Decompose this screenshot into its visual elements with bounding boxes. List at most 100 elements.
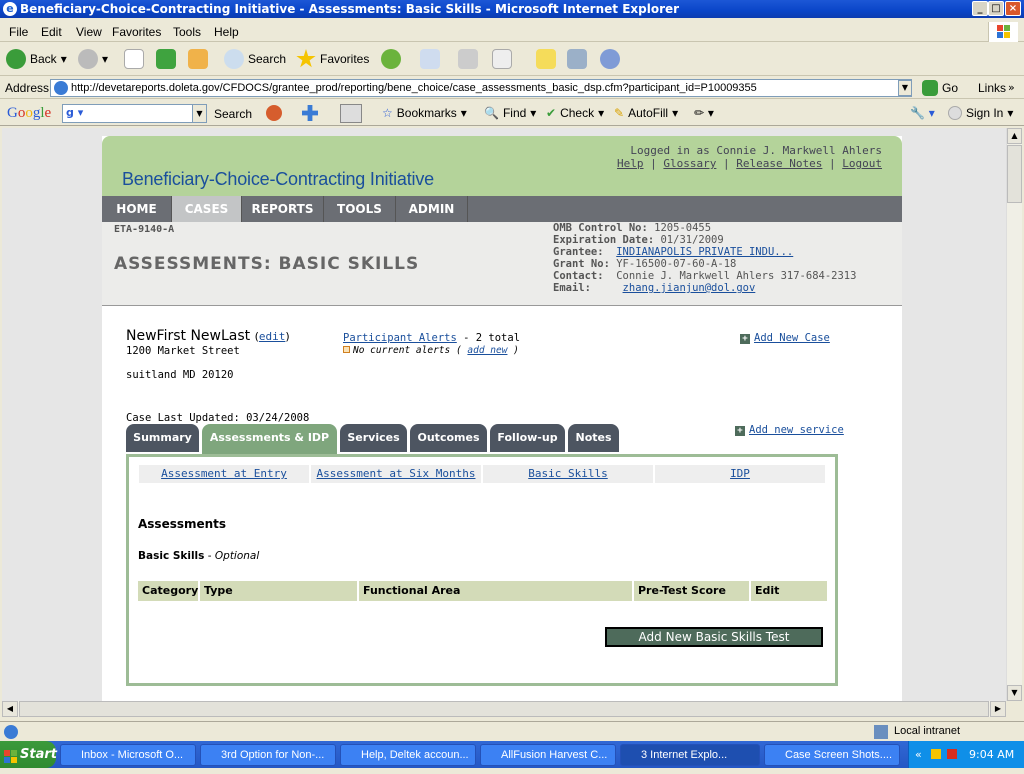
hscroll-thumb[interactable] [19,701,989,717]
add-new-service[interactable]: + Add new service [735,424,844,436]
tray-expand-icon[interactable]: « [915,741,922,768]
nav-reports[interactable]: REPORTS [242,196,324,222]
signin-icon [948,106,962,120]
status-bar: Local intranet [0,721,1024,741]
go-button[interactable]: Go [922,80,958,96]
menu-bar: File Edit View Favorites Tools Help [0,22,1024,42]
menu-tools[interactable]: Tools [173,25,201,39]
subtab-six-months[interactable]: Assessment at Six Months [311,465,481,483]
add-new-basic-skills-test-button[interactable]: Add New Basic Skills Test [605,627,823,647]
task-allfusion[interactable]: AllFusion Harvest C... [480,744,616,766]
form-code: ETA-9140-A [114,224,175,235]
nav-cases[interactable]: CASES [172,196,242,222]
subtab-basic-skills[interactable]: Basic Skills [483,465,653,483]
alerts-row: Participant Alerts - 2 total [343,332,521,344]
menu-file[interactable]: File [9,25,28,39]
participant-alerts-link[interactable]: Participant Alerts [343,332,457,344]
app-header: Logged in as Connie J. Markwell Ahlers H… [102,136,902,196]
scroll-right-arrow[interactable]: ▶ [990,701,1006,717]
minimize-button[interactable]: _ [972,1,988,16]
tab-notes[interactable]: Notes [568,424,619,452]
refresh-icon[interactable] [156,49,176,69]
menu-help[interactable]: Help [214,25,239,39]
add-new-alert-link[interactable]: add new [467,345,507,356]
task-3rd-option[interactable]: 3rd Option for Non-... [200,744,336,766]
plus-icon[interactable] [302,105,318,121]
google-search-input[interactable]: g ▾ ▼ [62,104,207,123]
window-titlebar: e Beneficiary-Choice-Contracting Initiat… [0,0,1024,18]
task-case-screen-shots[interactable]: Case Screen Shots.... [764,744,900,766]
task-deltek[interactable]: Help, Deltek accoun... [340,744,476,766]
scroll-up-arrow[interactable]: ▲ [1007,128,1022,144]
subtab-entry[interactable]: Assessment at Entry [139,465,309,483]
edit-word-icon[interactable] [492,49,512,69]
back-button[interactable]: Back ▾ [6,49,67,69]
google-logo: Google [7,105,52,121]
pagerank-icon[interactable] [266,105,282,121]
print-icon[interactable] [458,49,478,69]
windows-logo-icon [988,22,1018,42]
close-button[interactable]: × [1005,1,1021,16]
google-signin-button[interactable]: Sign In ▾ [948,106,1013,120]
release-notes-link[interactable]: Release Notes [736,157,822,170]
scroll-down-arrow[interactable]: ▼ [1007,685,1022,701]
spellcheck-button[interactable]: ✔ Check ▾ [546,106,604,120]
favorites-button[interactable]: Favorites [296,49,369,69]
grantee-link[interactable]: INDIANAPOLIS PRIVATE INDU... [616,246,793,258]
info-panel: ETA-9140-A ASSESSMENTS: BASIC SKILLS OMB… [102,222,902,306]
tab-outcomes[interactable]: Outcomes [410,424,487,452]
nav-tools[interactable]: TOOLS [324,196,396,222]
menu-edit[interactable]: Edit [41,25,62,39]
email-link[interactable]: zhang.jianjun@dol.gov [623,282,756,294]
tray-app-icon[interactable] [947,749,957,759]
user-info: Logged in as Connie J. Markwell Ahlers H… [617,144,882,170]
google-search-button[interactable]: Search [214,107,252,121]
start-button[interactable]: Start [0,741,57,768]
autofill-button[interactable]: ✎ AutoFill ▾ [614,106,678,120]
menu-favorites[interactable]: Favorites [112,25,161,39]
address-bar: Address http://devetareports.doleta.gov/… [0,77,1024,99]
tab-services[interactable]: Services [340,424,407,452]
scroll-thumb[interactable] [1007,145,1022,203]
participant-city: suitland MD 20120 [126,369,234,381]
maximize-button[interactable]: □ [988,1,1004,16]
highlighter-icon[interactable]: ✏ ▾ [694,106,714,120]
add-new-case[interactable]: + Add New Case [740,332,830,344]
menu-view[interactable]: View [76,25,102,39]
tab-follow-up[interactable]: Follow-up [490,424,565,452]
edit-participant-link[interactable]: edit [259,330,286,343]
tray-mail-icon[interactable] [931,749,941,759]
nav-home[interactable]: HOME [102,196,172,222]
bookmarks-button[interactable]: ☆ Bookmarks ▾ [382,106,467,120]
task-outlook[interactable]: Inbox - Microsoft O... [60,744,196,766]
nav-admin[interactable]: ADMIN [396,196,468,222]
tab-summary[interactable]: Summary [126,424,199,452]
address-input[interactable]: http://devetareports.doleta.gov/CFDOCS/g… [50,79,912,97]
horizontal-scrollbar[interactable]: ◀ ▶ [2,701,1006,717]
popup-blocker-icon[interactable] [340,104,362,123]
scroll-left-arrow[interactable]: ◀ [2,701,18,717]
stop-icon[interactable] [124,49,144,69]
mail-icon[interactable] [420,49,440,69]
home-icon[interactable] [188,49,208,69]
address-dropdown[interactable]: ▼ [898,80,912,96]
page-icon [54,81,68,95]
links-chevron-icon[interactable]: » [1008,81,1015,94]
links-label[interactable]: Links [978,81,1006,95]
find-button[interactable]: 🔍 Find ▾ [484,106,536,120]
glossary-link[interactable]: Glossary [663,157,716,170]
research-icon[interactable] [567,49,587,69]
help-link[interactable]: Help [617,157,644,170]
task-internet-explorer[interactable]: 3 Internet Explo... [620,744,760,766]
messenger-icon[interactable] [600,49,620,69]
tab-assessments-idp[interactable]: Assessments & IDP [202,424,337,454]
search-button[interactable]: Search [224,49,286,69]
subtab-idp[interactable]: IDP [655,465,825,483]
history-icon[interactable] [381,49,401,69]
google-dropdown[interactable]: ▼ [192,105,206,122]
forward-button[interactable]: ▾ [78,49,108,69]
logout-link[interactable]: Logout [842,157,882,170]
settings-wrench-icon[interactable]: 🔧 ▾ [910,106,935,120]
note-icon[interactable] [536,49,556,69]
vertical-scrollbar[interactable]: ▲ ▼ [1006,128,1022,701]
